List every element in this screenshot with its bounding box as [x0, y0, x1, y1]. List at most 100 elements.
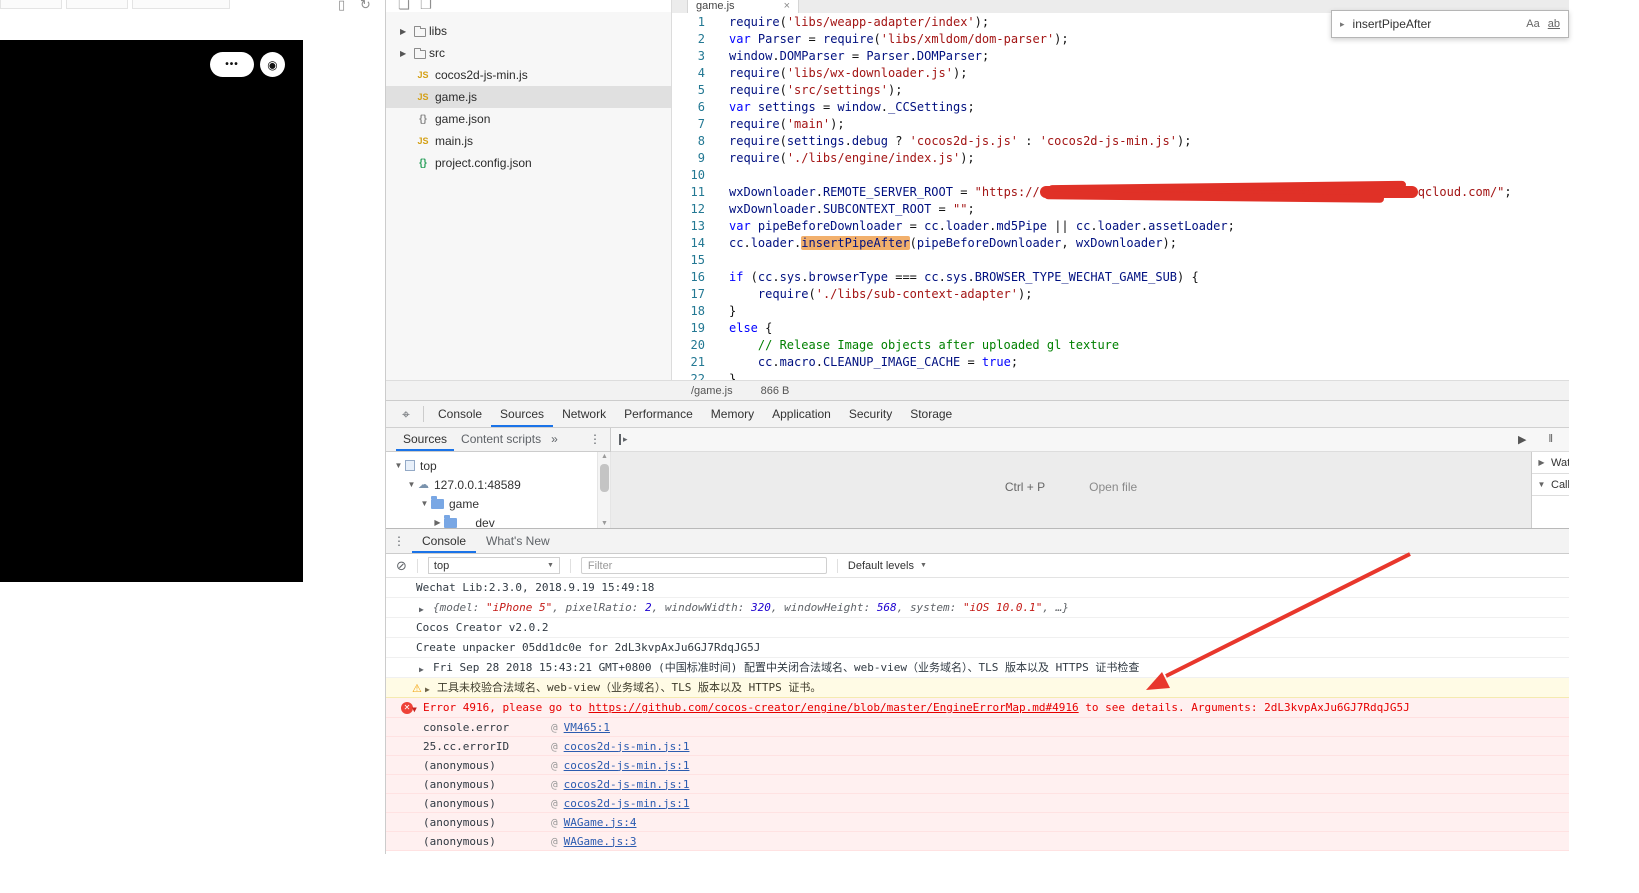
line-number[interactable]: 3 — [671, 48, 715, 65]
stack-location-link[interactable]: VM465:1 — [564, 721, 610, 734]
scroll-down-icon[interactable]: ▼ — [598, 520, 611, 527]
line-number[interactable]: 2 — [671, 31, 715, 48]
search-input[interactable] — [1352, 17, 1519, 31]
overflow-icon[interactable]: » — [548, 428, 561, 451]
editor-tab-game-js[interactable]: game.js × — [687, 0, 799, 13]
line-number[interactable]: 20 — [671, 337, 715, 354]
sources-tree-item-top[interactable]: ▼ top — [386, 456, 597, 475]
scrollbar[interactable]: ▲ ▼ — [597, 452, 611, 528]
folder-icon — [444, 514, 457, 528]
panel-tab-sources[interactable]: Sources — [396, 428, 454, 451]
message-link[interactable]: https://github.com/cocos-creator/engine/… — [589, 701, 1079, 714]
context-selector[interactable]: top ▼ — [427, 557, 560, 574]
resume-icon[interactable]: ▶ — [1518, 433, 1526, 446]
line-number[interactable]: 1 — [671, 14, 715, 31]
line-number[interactable]: 17 — [671, 286, 715, 303]
code-token: var — [729, 100, 751, 114]
exit-button[interactable]: ◉ — [260, 52, 285, 77]
browser-tab[interactable] — [0, 0, 62, 9]
collapse-icon[interactable]: ▸ — [1340, 19, 1345, 30]
code-token: window — [837, 100, 881, 114]
rotate-icon[interactable]: ↻ — [360, 0, 371, 13]
line-number[interactable]: 12 — [671, 201, 715, 218]
line-number[interactable]: 4 — [671, 65, 715, 82]
file-tree-item-project-config-json[interactable]: {} project.config.json — [386, 152, 671, 174]
tab-sources[interactable]: Sources — [491, 401, 553, 427]
device-icon[interactable]: ▯ — [338, 0, 345, 13]
line-number[interactable]: 11 — [671, 184, 715, 201]
expand-icon[interactable]: ▶ — [419, 603, 424, 616]
sources-tree-item--dev-[interactable]: ▶ __dev__ — [386, 513, 597, 528]
tab-security[interactable]: Security — [840, 401, 901, 427]
tab-application[interactable]: Application — [763, 401, 840, 427]
stack-location-link[interactable]: cocos2d-js-min.js:1 — [564, 797, 690, 810]
expand-icon[interactable]: ▼ — [412, 703, 417, 716]
browser-tab[interactable] — [132, 0, 230, 9]
line-number[interactable]: 16 — [671, 269, 715, 286]
file-tree-item-libs[interactable]: ▶ libs — [386, 20, 671, 42]
whole-word-icon[interactable]: ab — [1548, 18, 1560, 30]
stack-location-link[interactable]: WAGame.js:3 — [564, 835, 637, 848]
line-number[interactable]: 7 — [671, 116, 715, 133]
code-line: 10 — [671, 167, 1569, 184]
scroll-up-icon[interactable]: ▲ — [598, 453, 611, 460]
stack-location-link[interactable]: cocos2d-js-min.js:1 — [564, 778, 690, 791]
line-number[interactable]: 22 — [671, 371, 715, 380]
kebab-icon[interactable]: ⋮ — [386, 529, 412, 553]
line-number[interactable]: 14 — [671, 235, 715, 252]
browser-tab[interactable] — [66, 0, 128, 9]
tab-storage[interactable]: Storage — [901, 401, 961, 427]
close-icon[interactable]: × — [784, 0, 790, 13]
tab-performance[interactable]: Performance — [615, 401, 702, 427]
new-file-icon[interactable]: ❏ — [398, 0, 410, 13]
file-tree-item-game-json[interactable]: {} game.json — [386, 108, 671, 130]
code-token: REMOTE_SERVER_ROOT — [822, 185, 953, 199]
line-number[interactable]: 13 — [671, 218, 715, 235]
file-explorer: ▶ libs ▶ src JS cocos2d-js-min.js JS game.js{} g… — [386, 12, 671, 380]
file-tree-item-src[interactable]: ▶ src — [386, 42, 671, 64]
sidebar-section-call-stack[interactable]: ▼ Call Stack — [1532, 474, 1569, 496]
line-number[interactable]: 5 — [671, 82, 715, 99]
sources-tree-item-127-0-0-1-48589[interactable]: ▼ ☁ 127.0.0.1:48589 — [386, 475, 597, 494]
sources-tree-item-game[interactable]: ▼ game — [386, 494, 597, 513]
line-number[interactable]: 8 — [671, 133, 715, 150]
file-tree-item-game-js[interactable]: JS game.js — [386, 86, 671, 108]
inspect-icon[interactable]: ⌖ — [394, 406, 418, 423]
file-tree-item-main-js[interactable]: JS main.js — [386, 130, 671, 152]
line-number[interactable]: 10 — [671, 167, 715, 184]
tab-console[interactable]: Console — [429, 401, 491, 427]
console-tab-what-s-new[interactable]: What's New — [476, 529, 560, 553]
new-folder-icon[interactable]: ❐ — [420, 0, 432, 13]
expand-icon[interactable]: ▶ — [425, 683, 430, 696]
code-editor[interactable]: 1 require('libs/weapp-adapter/index'); 2 va… — [671, 13, 1569, 380]
line-number[interactable]: 6 — [671, 99, 715, 116]
code-token: . — [967, 270, 975, 284]
line-number[interactable]: 21 — [671, 354, 715, 371]
match-case-icon[interactable]: Aa — [1526, 18, 1539, 30]
line-number[interactable]: 18 — [671, 303, 715, 320]
hide-navigator-icon[interactable]: ▸ — [619, 434, 628, 445]
sidebar-section-watch[interactable]: ▶ Watch — [1532, 452, 1569, 474]
panel-tab-content-scripts[interactable]: Content scripts — [454, 428, 548, 451]
log-levels-selector[interactable]: Default levels ▼ — [848, 560, 927, 572]
code-token: cc — [729, 236, 744, 250]
stack-location-link[interactable]: cocos2d-js-min.js:1 — [564, 740, 690, 753]
file-tree-item-cocos2d-js-min-js[interactable]: JS cocos2d-js-min.js — [386, 64, 671, 86]
console-tab-console[interactable]: Console — [412, 529, 476, 553]
code-token: assetLoader — [1148, 219, 1228, 233]
scrollbar-thumb[interactable] — [600, 464, 609, 492]
stack-location-link[interactable]: cocos2d-js-min.js:1 — [564, 759, 690, 772]
stack-location-link[interactable]: WAGame.js:4 — [564, 816, 637, 829]
tab-memory[interactable]: Memory — [702, 401, 763, 427]
line-number[interactable]: 9 — [671, 150, 715, 167]
clear-console-icon[interactable]: ⊘ — [396, 558, 407, 574]
more-button[interactable]: ••• — [210, 52, 254, 77]
more-menu-icon[interactable]: ⋮ — [580, 428, 610, 451]
line-number[interactable]: 15 — [671, 252, 715, 269]
tab-network[interactable]: Network — [553, 401, 615, 427]
line-number[interactable]: 19 — [671, 320, 715, 337]
console-filter-input[interactable] — [580, 557, 827, 574]
expand-icon[interactable]: ▶ — [419, 663, 424, 676]
pause-icon[interactable]: ‖ — [1548, 433, 1553, 446]
